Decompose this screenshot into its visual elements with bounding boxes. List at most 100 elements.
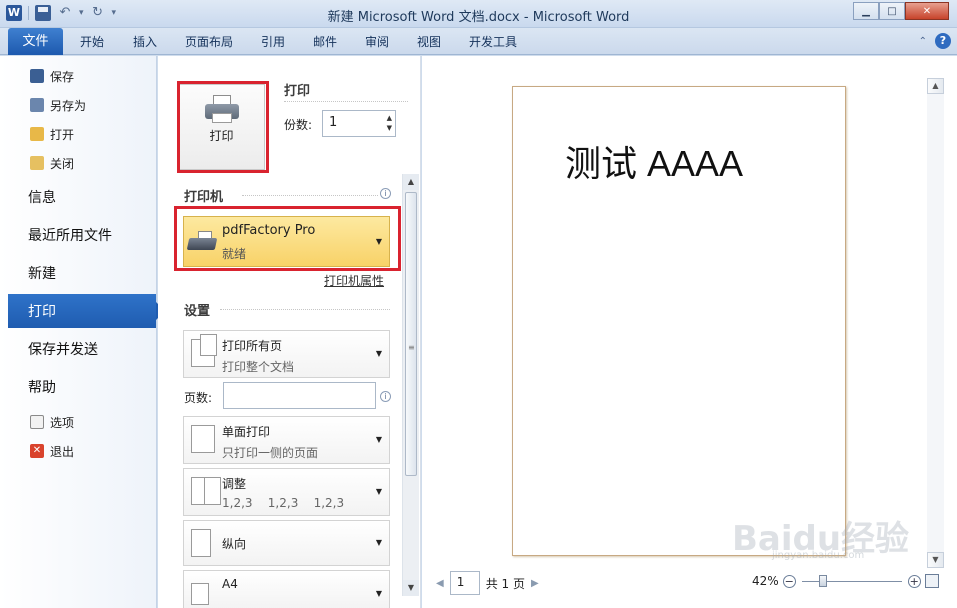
nav-save-and-send[interactable]: 保存并发送 [0, 332, 157, 366]
chevron-down-icon: ▼ [375, 487, 382, 496]
zoom-slider-knob[interactable] [818, 574, 827, 587]
help-icon[interactable]: ? [935, 33, 951, 49]
nav-save-label: 保存 [50, 69, 75, 84]
collate-dropdown[interactable]: 调整 1,2,3 1,2,3 1,2,3 ▼ [183, 468, 390, 516]
scroll-down-arrow[interactable]: ▼ [403, 580, 419, 596]
paper-size-title: A4 [222, 577, 238, 591]
preview-page-text: 测试 AAAA [565, 143, 744, 184]
pages-input[interactable] [223, 382, 376, 409]
nav-info[interactable]: 信息 [0, 180, 157, 214]
prev-page-icon[interactable]: ◀ [436, 578, 444, 589]
next-page-icon[interactable]: ▶ [531, 578, 539, 589]
paper-size-dropdown[interactable]: A4 ▼ [183, 570, 390, 608]
nav-close-label: 关闭 [50, 156, 75, 171]
chevron-down-icon: ▼ [375, 538, 382, 547]
grip-icon: ≡ [408, 343, 415, 352]
minimize-ribbon-icon[interactable]: ⌃ [919, 36, 927, 47]
chevron-down-icon: ▼ [375, 435, 382, 444]
copies-value: 1 [329, 115, 338, 130]
printer-properties-link[interactable]: 打印机属性 [324, 272, 384, 289]
scroll-thumb[interactable]: ≡ [405, 192, 417, 476]
zoom-out-icon[interactable]: − [782, 574, 796, 588]
printer-section-title: 打印机 [184, 190, 224, 205]
options-icon [30, 415, 44, 429]
tab-references[interactable]: 引用 [261, 33, 285, 50]
collate-title: 调整 [222, 477, 247, 491]
sides-subtitle: 只打印一侧的页面 [222, 446, 319, 460]
tab-home[interactable]: 开始 [80, 33, 104, 50]
scroll-up-arrow[interactable]: ▲ [403, 174, 419, 190]
nav-recent[interactable]: 最近所用文件 [0, 218, 157, 252]
copies-input[interactable]: 1 ▲ ▼ [322, 110, 396, 137]
ribbon-right-controls: ⌃ ? [919, 33, 951, 49]
nav-options-label: 选项 [50, 415, 75, 430]
pages-info-icon[interactable]: i [380, 391, 391, 402]
save-as-icon [30, 98, 44, 112]
nav-print[interactable]: 打印 [8, 294, 165, 328]
preview-scrollbar[interactable]: ▲ ▼ [927, 78, 944, 568]
save-icon [30, 69, 44, 83]
print-settings-panel: 打印 打印 份数: 1 ▲ ▼ 打印机 i pdfFactory Pro 就绪 ▼… [158, 56, 421, 608]
nav-options[interactable]: 选项 [0, 410, 157, 434]
nav-exit[interactable]: ✕ 退出 [0, 439, 157, 463]
zoom-in-icon[interactable]: + [907, 574, 921, 588]
scroll-down-arrow[interactable]: ▼ [927, 552, 944, 568]
minimize-button[interactable]: ▁ [853, 2, 879, 20]
print-preview-area: 测试 AAAA ▲ ▼ Baidu经验 jingyan.baidu.com ◀ … [422, 56, 957, 608]
zoom-to-page-icon[interactable] [924, 574, 939, 588]
section-divider [242, 195, 378, 196]
tab-file[interactable]: 文件 [8, 28, 63, 55]
nav-help[interactable]: 帮助 [0, 370, 157, 404]
maximize-button[interactable]: □ [879, 2, 905, 20]
orientation-dropdown[interactable]: 纵向 ▼ [183, 520, 390, 566]
pages-label: 页数: [184, 391, 213, 405]
printer-info-icon[interactable]: i [380, 188, 391, 199]
tab-page-layout[interactable]: 页面布局 [185, 33, 233, 50]
close-button[interactable]: ✕ [905, 2, 949, 20]
current-page-input[interactable]: 1 [449, 571, 480, 595]
settings-section-title: 设置 [184, 304, 211, 319]
tab-mailings[interactable]: 邮件 [313, 33, 337, 50]
highlight-box-printer [174, 206, 401, 271]
tab-insert[interactable]: 插入 [133, 33, 157, 50]
nav-save[interactable]: 保存 [0, 64, 157, 88]
close-folder-icon [30, 156, 44, 170]
highlight-box-print [177, 81, 269, 173]
sides-dropdown[interactable]: 单面打印 只打印一侧的页面 ▼ [183, 416, 390, 464]
nav-save-as-label: 另存为 [50, 98, 87, 113]
print-section-title: 打印 [284, 84, 311, 99]
portrait-icon [191, 529, 211, 557]
copies-spinner[interactable]: ▲ ▼ [387, 113, 392, 133]
chevron-down-icon: ▼ [375, 589, 382, 598]
settings-scrollbar[interactable]: ▲ ≡ ▼ [402, 174, 419, 596]
zoom-slider[interactable] [801, 574, 902, 587]
window-title: 新建 Microsoft Word 文档.docx - Microsoft Wo… [327, 10, 630, 25]
paper-size-icon [191, 583, 209, 605]
ribbon-tabs: 文件 开始 插入 页面布局 引用 邮件 审阅 视图 开发工具 ⌃ ? [0, 28, 957, 55]
page-navigator: ◀ 1 共 1 页 ▶ [436, 571, 539, 595]
tab-developer[interactable]: 开发工具 [469, 33, 517, 50]
nav-open-label: 打开 [50, 127, 75, 142]
baidu-watermark-url: jingyan.baidu.com [772, 550, 865, 561]
copies-label: 份数: [284, 118, 313, 132]
preview-page: 测试 AAAA [512, 86, 846, 556]
backstage-nav: 保存 另存为 打开 关闭 信息 最近所用文件 新建 打印 保存并发送 帮助 选项… [0, 56, 165, 608]
tab-review[interactable]: 审阅 [365, 33, 389, 50]
total-pages-label: 共 1 页 [485, 576, 525, 591]
section-divider [220, 309, 390, 310]
open-folder-icon [30, 127, 44, 141]
nav-new[interactable]: 新建 [0, 256, 157, 290]
tab-view[interactable]: 视图 [417, 33, 441, 50]
print-range-title: 打印所有页 [222, 339, 283, 353]
title-bar: W ↶ ▾ ↻ ▾ 新建 Microsoft Word 文档.docx - Mi… [0, 0, 957, 28]
nav-save-as[interactable]: 另存为 [0, 93, 157, 117]
nav-open[interactable]: 打开 [0, 122, 157, 146]
single-sided-icon [191, 425, 215, 453]
print-range-dropdown[interactable]: 打印所有页 打印整个文档 ▼ [183, 330, 390, 378]
nav-close[interactable]: 关闭 [0, 151, 157, 175]
zoom-level[interactable]: 42% [752, 574, 779, 588]
collate-subtitle: 1,2,3 1,2,3 1,2,3 [222, 496, 345, 510]
scroll-up-arrow[interactable]: ▲ [927, 78, 944, 94]
nav-exit-label: 退出 [50, 444, 75, 459]
orientation-title: 纵向 [222, 537, 247, 551]
